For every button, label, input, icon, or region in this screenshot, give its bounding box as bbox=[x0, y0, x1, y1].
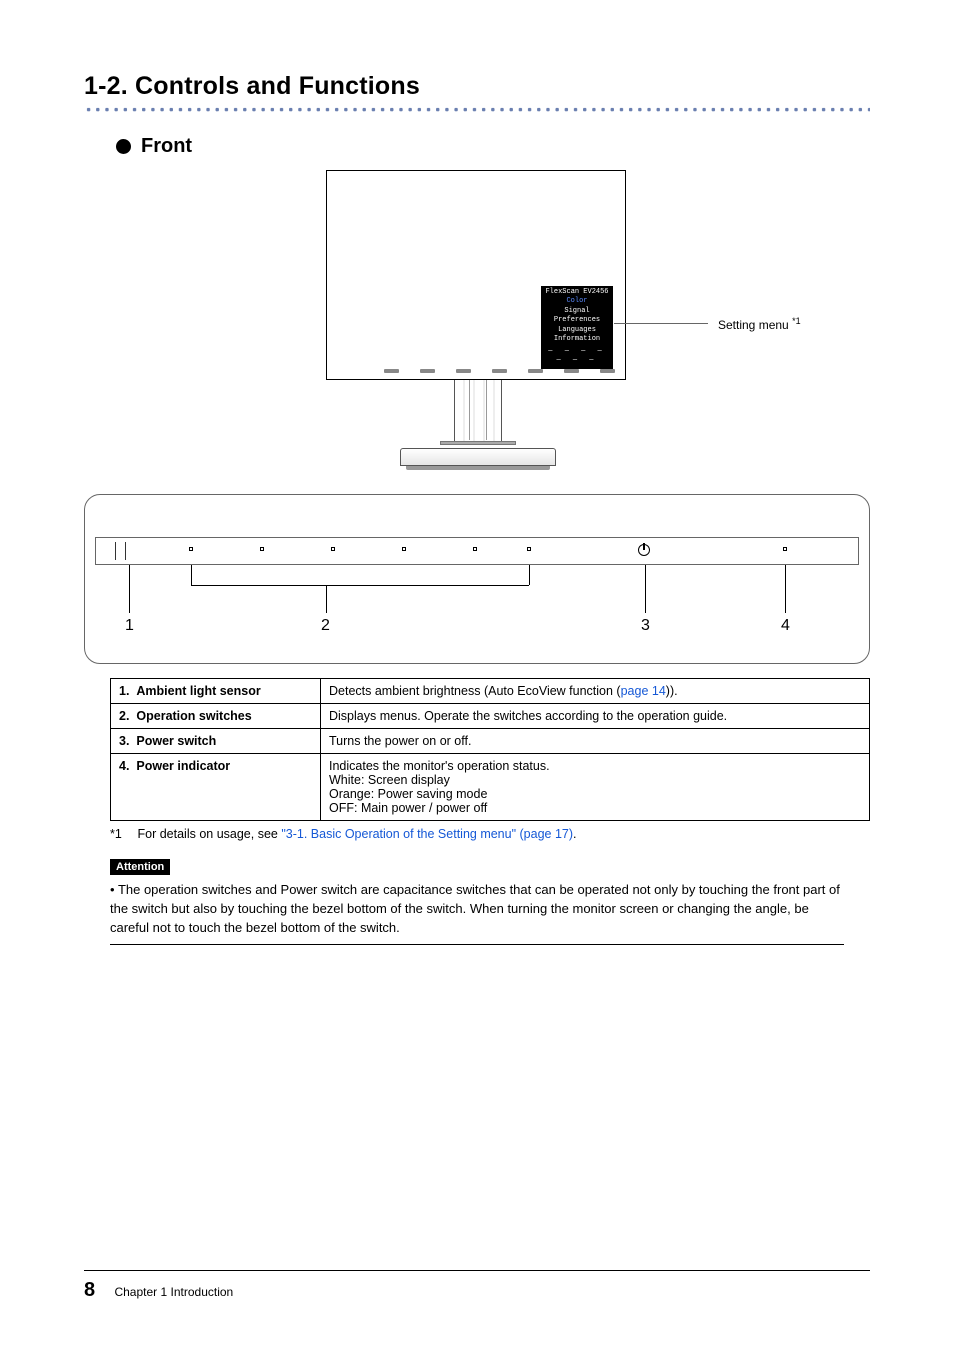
osd-item: Color bbox=[545, 297, 609, 306]
osd-callout-sup: *1 bbox=[792, 316, 801, 326]
monitor-stand bbox=[400, 448, 556, 466]
operation-switch-icon bbox=[260, 547, 264, 551]
osd-bottom-row: — — — — — — — bbox=[545, 347, 609, 366]
callout-line bbox=[191, 565, 192, 585]
callout-line bbox=[645, 565, 646, 613]
section-heading: 1-2. Controls and Functions bbox=[84, 72, 870, 101]
osd-callout-text: Setting menu bbox=[718, 318, 789, 332]
row-num: 3. bbox=[119, 734, 129, 748]
table-row: 3. Power switch Turns the power on or of… bbox=[111, 729, 870, 754]
operation-switch-icon bbox=[402, 547, 406, 551]
monitor-stand-foot bbox=[406, 466, 550, 470]
subsection-heading: Front bbox=[141, 135, 192, 158]
row-desc-line: Indicates the monitor's operation status… bbox=[329, 759, 861, 773]
attention-body: The operation switches and Power switch … bbox=[110, 881, 844, 945]
osd-item: Preferences bbox=[545, 316, 609, 325]
row-desc: Turns the power on or off. bbox=[321, 729, 870, 754]
callout-line bbox=[129, 565, 130, 613]
osd-item: Information bbox=[545, 335, 609, 344]
table-row: 1. Ambient light sensor Detects ambient … bbox=[111, 679, 870, 704]
row-num: 1. bbox=[119, 684, 129, 698]
row-name: Power indicator bbox=[136, 759, 230, 773]
row-name: Power switch bbox=[136, 734, 216, 748]
monitor-neck bbox=[454, 380, 502, 442]
osd-menu: FlexScan EV2456 Color Signal Preferences… bbox=[541, 286, 613, 369]
row-name: Operation switches bbox=[136, 709, 251, 723]
row-desc-line: White: Screen display bbox=[329, 773, 861, 787]
row-num: 2. bbox=[119, 709, 129, 723]
monitor-neck-plate bbox=[440, 441, 516, 445]
power-indicator-icon bbox=[783, 547, 787, 551]
controls-table: 1. Ambient light sensor Detects ambient … bbox=[110, 678, 870, 821]
monitor-outline: FlexScan EV2456 Color Signal Preferences… bbox=[326, 170, 626, 380]
callout-number: 4 bbox=[781, 617, 790, 635]
operation-switch-icon bbox=[473, 547, 477, 551]
table-row: 4. Power indicator Indicates the monitor… bbox=[111, 754, 870, 821]
table-row: 2. Operation switches Displays menus. Op… bbox=[111, 704, 870, 729]
callout-line bbox=[529, 565, 530, 585]
row-desc: )). bbox=[666, 684, 678, 698]
operation-switch-icon bbox=[331, 547, 335, 551]
bezel-strip bbox=[95, 537, 859, 565]
ambient-light-sensor-icon bbox=[101, 540, 131, 562]
operation-switch-icon bbox=[189, 547, 193, 551]
operation-switch-icon bbox=[527, 547, 531, 551]
row-desc: Detects ambient brightness (Auto EcoView… bbox=[329, 684, 621, 698]
footnote-text: . bbox=[573, 827, 576, 841]
bezel-figure: 1 2 3 4 bbox=[84, 494, 870, 664]
callout-number: 2 bbox=[321, 617, 330, 635]
osd-button-row bbox=[337, 369, 615, 376]
osd-callout-label: Setting menu *1 bbox=[718, 316, 801, 332]
footnote: *1 For details on usage, see "3-1. Basic… bbox=[110, 827, 870, 841]
row-name: Ambient light sensor bbox=[136, 684, 260, 698]
page-footer: 8 Chapter 1 Introduction bbox=[84, 1270, 870, 1302]
row-desc-line: Orange: Power saving mode bbox=[329, 787, 861, 801]
power-switch-icon bbox=[638, 544, 650, 556]
page-link[interactable]: page 14 bbox=[621, 684, 666, 698]
bullet-icon bbox=[116, 139, 131, 154]
page-link[interactable]: "3-1. Basic Operation of the Setting men… bbox=[281, 827, 573, 841]
dotted-divider bbox=[84, 105, 870, 113]
row-desc-line: OFF: Main power / power off bbox=[329, 801, 861, 815]
page-number: 8 bbox=[84, 1279, 95, 1301]
osd-title: FlexScan EV2456 bbox=[545, 288, 609, 297]
row-desc: Displays menus. Operate the switches acc… bbox=[321, 704, 870, 729]
osd-item: Signal bbox=[545, 307, 609, 316]
callout-line bbox=[326, 585, 327, 613]
callout-number: 3 bbox=[641, 617, 650, 635]
monitor-figure: FlexScan EV2456 Color Signal Preferences… bbox=[84, 170, 870, 490]
callout-line bbox=[191, 585, 529, 586]
callout-line bbox=[785, 565, 786, 613]
osd-item: Languages bbox=[545, 326, 609, 335]
footnote-text: For details on usage, see bbox=[137, 827, 281, 841]
chapter-name: Chapter 1 Introduction bbox=[114, 1285, 233, 1299]
attention-label: Attention bbox=[110, 859, 170, 875]
osd-callout-line bbox=[614, 323, 708, 324]
attention-text: The operation switches and Power switch … bbox=[110, 882, 840, 935]
row-num: 4. bbox=[119, 759, 129, 773]
callout-number: 1 bbox=[125, 617, 134, 635]
footnote-num: *1 bbox=[110, 827, 134, 841]
